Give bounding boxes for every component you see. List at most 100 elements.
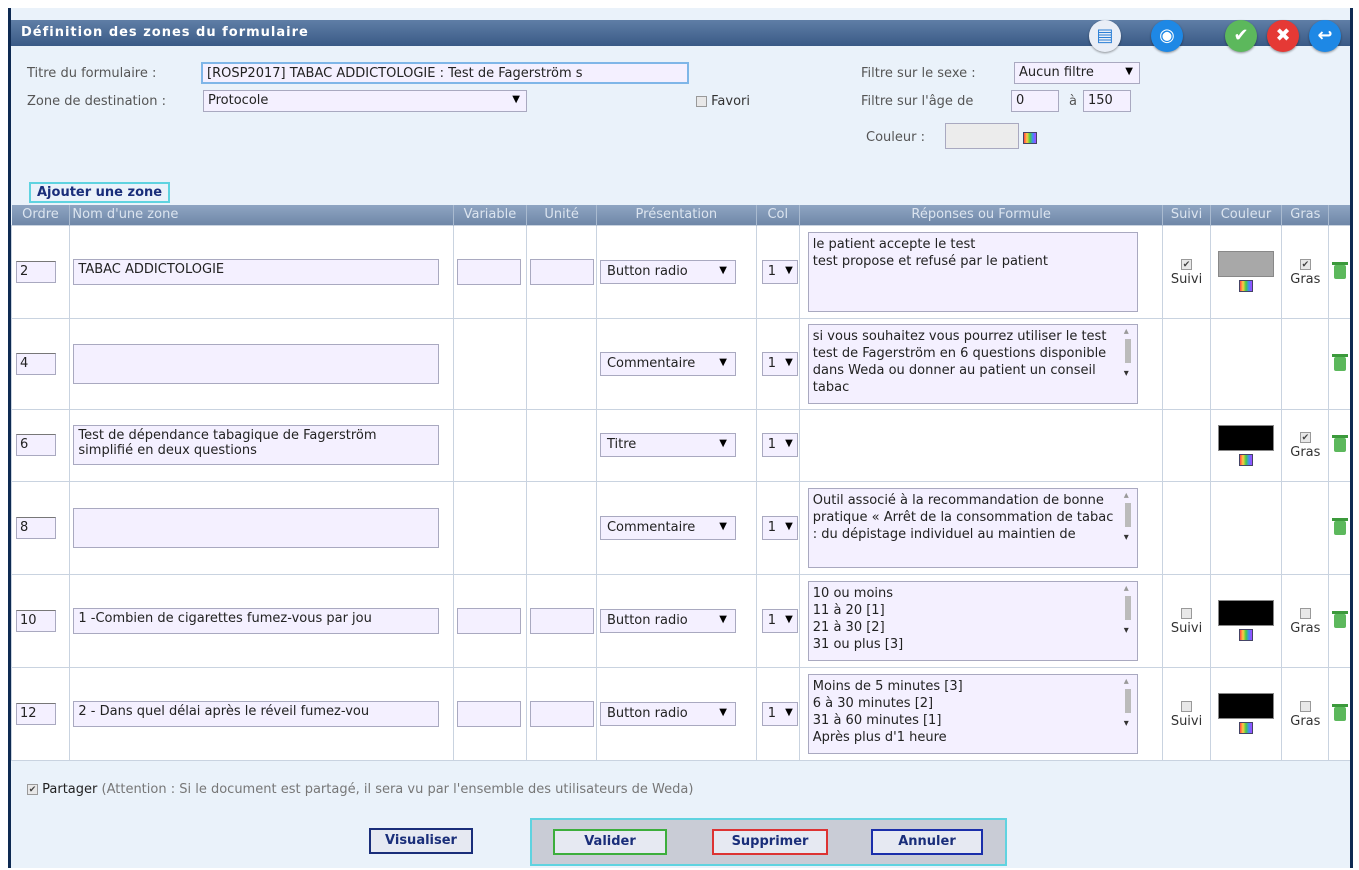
- variable-input[interactable]: [456, 607, 521, 634]
- col-header-unit[interactable]: Unité: [526, 205, 597, 225]
- color-swatch[interactable]: [1217, 693, 1274, 719]
- gras-checkbox[interactable]: ✔: [1299, 432, 1311, 443]
- sex-filter-label: Filtre sur le sexe :: [861, 66, 976, 81]
- share-checkbox[interactable]: ✔: [27, 784, 38, 795]
- unit-input[interactable]: [530, 607, 595, 634]
- favori-label: Favori: [711, 94, 750, 109]
- suivi-label: Suivi: [1170, 713, 1203, 729]
- col-header-gras[interactable]: Gras: [1281, 205, 1330, 225]
- responses-textarea[interactable]: le patient accepte le test test propose …: [807, 231, 1138, 312]
- table-row: 12 2 - Dans quel délai après le réveil f…: [11, 666, 1350, 761]
- favori-checkbox[interactable]: Favori: [696, 94, 750, 109]
- table-row: 10 1 -Combien de cigarettes fumez-vous p…: [11, 573, 1350, 668]
- col-header-presentation[interactable]: Présentation: [596, 205, 757, 225]
- color-swatch[interactable]: [1217, 424, 1274, 451]
- title-input[interactable]: [ROSP2017] TABAC ADDICTOLOGIE : Test de …: [201, 62, 689, 84]
- back-icon[interactable]: ↩: [1309, 20, 1341, 52]
- responses-textarea[interactable]: 10 ou moins 11 à 20 [1] 21 à 30 [2] 31 o…: [807, 580, 1138, 661]
- suivi-checkbox[interactable]: ✔: [1181, 258, 1193, 270]
- unit-input[interactable]: [530, 700, 595, 727]
- zone-name-input[interactable]: 2 - Dans quel délai après le réveil fume…: [73, 700, 440, 727]
- delete-zone-icon[interactable]: [1331, 353, 1348, 371]
- color-picker-icon[interactable]: [1023, 132, 1037, 144]
- variable-input[interactable]: [456, 700, 521, 727]
- presentation-select[interactable]: Button radio: [599, 259, 736, 284]
- responses-textarea[interactable]: Outil associé à la recommandation de bon…: [807, 487, 1138, 568]
- order-input[interactable]: 12: [16, 702, 56, 725]
- annuler-button[interactable]: Annuler: [871, 829, 983, 855]
- col-select[interactable]: 1: [761, 433, 798, 457]
- close-icon[interactable]: ✖: [1267, 20, 1299, 52]
- supprimer-button[interactable]: Supprimer: [712, 829, 828, 855]
- delete-zone-icon[interactable]: [1331, 261, 1348, 279]
- document-icon[interactable]: ▤: [1089, 20, 1121, 52]
- col-select[interactable]: 1: [761, 515, 798, 540]
- col-select[interactable]: 1: [761, 608, 798, 633]
- color-swatch[interactable]: [1217, 600, 1274, 626]
- valider-button[interactable]: Valider: [553, 829, 667, 855]
- suivi-checkbox[interactable]: [1181, 607, 1193, 619]
- presentation-select[interactable]: Button radio: [599, 701, 736, 726]
- col-header-variable[interactable]: Variable: [453, 205, 528, 225]
- responses-textarea[interactable]: Moins de 5 minutes [3] 6 à 30 minutes [2…: [807, 673, 1138, 754]
- delete-zone-icon[interactable]: [1331, 435, 1348, 452]
- zone-name-textarea[interactable]: [73, 343, 440, 384]
- add-zone-button[interactable]: Ajouter une zone: [29, 182, 171, 203]
- color-swatch[interactable]: [1217, 251, 1274, 277]
- col-header-responses[interactable]: Réponses ou Formule: [799, 205, 1164, 225]
- delete-zone-icon[interactable]: [1331, 610, 1348, 628]
- color-picker-icon[interactable]: [1238, 722, 1253, 734]
- col-select[interactable]: 1: [761, 259, 798, 284]
- responses-textarea[interactable]: si vous souhaitez vous pourrez utiliser …: [807, 323, 1138, 404]
- presentation-select[interactable]: Commentaire: [599, 351, 736, 376]
- color-picker-icon[interactable]: [1238, 629, 1253, 641]
- unit-input[interactable]: [530, 258, 595, 285]
- zone-name-input[interactable]: TABAC ADDICTOLOGIE: [73, 258, 440, 285]
- zone-name-textarea[interactable]: [73, 507, 440, 548]
- color-picker-icon[interactable]: [1238, 280, 1253, 292]
- age-from-input[interactable]: 0: [1011, 90, 1059, 112]
- age-to-input[interactable]: 150: [1083, 90, 1131, 112]
- delete-zone-icon[interactable]: [1331, 703, 1348, 721]
- responses-text: si vous souhaitez vous pourrez utiliser …: [812, 328, 1107, 395]
- order-input[interactable]: 4: [16, 352, 56, 375]
- suivi-checkbox[interactable]: [1181, 700, 1193, 712]
- delete-zone-icon[interactable]: [1331, 517, 1348, 535]
- scrollbar-thumb[interactable]: [1124, 595, 1131, 620]
- variable-input[interactable]: [456, 258, 521, 285]
- responses-text: 10 ou moins 11 à 20 [1] 21 à 30 [2] 31 o…: [812, 585, 904, 652]
- presentation-select[interactable]: Titre: [599, 433, 736, 457]
- scrollbar-thumb[interactable]: [1124, 502, 1131, 527]
- table-row: 2 TABAC ADDICTOLOGIE Button radio 1 le p…: [11, 224, 1350, 319]
- gras-label: Gras: [1290, 445, 1321, 460]
- favori-checkbox-box[interactable]: [696, 96, 707, 107]
- zone-name-input[interactable]: 1 -Combien de cigarettes fumez-vous par …: [73, 607, 440, 634]
- order-input[interactable]: 6: [16, 434, 56, 456]
- order-input[interactable]: 8: [16, 516, 56, 539]
- presentation-select[interactable]: Button radio: [599, 608, 736, 633]
- scrollbar-thumb[interactable]: [1124, 688, 1131, 713]
- sex-filter-select[interactable]: Aucun filtre: [1014, 62, 1140, 84]
- responses-text: Outil associé à la recommandation de bon…: [812, 492, 1114, 542]
- visualiser-button[interactable]: Visualiser: [369, 828, 473, 854]
- check-icon[interactable]: ✔: [1225, 20, 1257, 52]
- gras-checkbox[interactable]: ✔: [1299, 258, 1311, 270]
- color-picker-icon[interactable]: [1238, 453, 1253, 466]
- gras-checkbox[interactable]: [1299, 607, 1311, 619]
- search-icon[interactable]: ◉: [1151, 20, 1183, 52]
- zone-name-textarea[interactable]: Test de dépendance tabagique de Fagerstr…: [73, 425, 440, 465]
- destination-select[interactable]: Protocole: [203, 90, 527, 112]
- col-header-suivi[interactable]: Suivi: [1162, 205, 1211, 225]
- color-input[interactable]: [945, 123, 1019, 149]
- col-header-order[interactable]: Ordre: [11, 205, 71, 225]
- order-input[interactable]: 10: [16, 609, 56, 632]
- col-header-color[interactable]: Couleur: [1210, 205, 1283, 225]
- gras-checkbox[interactable]: [1299, 700, 1311, 712]
- col-select[interactable]: 1: [761, 701, 798, 726]
- scrollbar-thumb[interactable]: [1124, 338, 1131, 363]
- col-header-name[interactable]: Nom d'une zone: [69, 205, 454, 225]
- col-select[interactable]: 1: [761, 351, 798, 376]
- col-header-col[interactable]: Col: [756, 205, 800, 225]
- presentation-select[interactable]: Commentaire: [599, 515, 736, 540]
- order-input[interactable]: 2: [16, 260, 56, 283]
